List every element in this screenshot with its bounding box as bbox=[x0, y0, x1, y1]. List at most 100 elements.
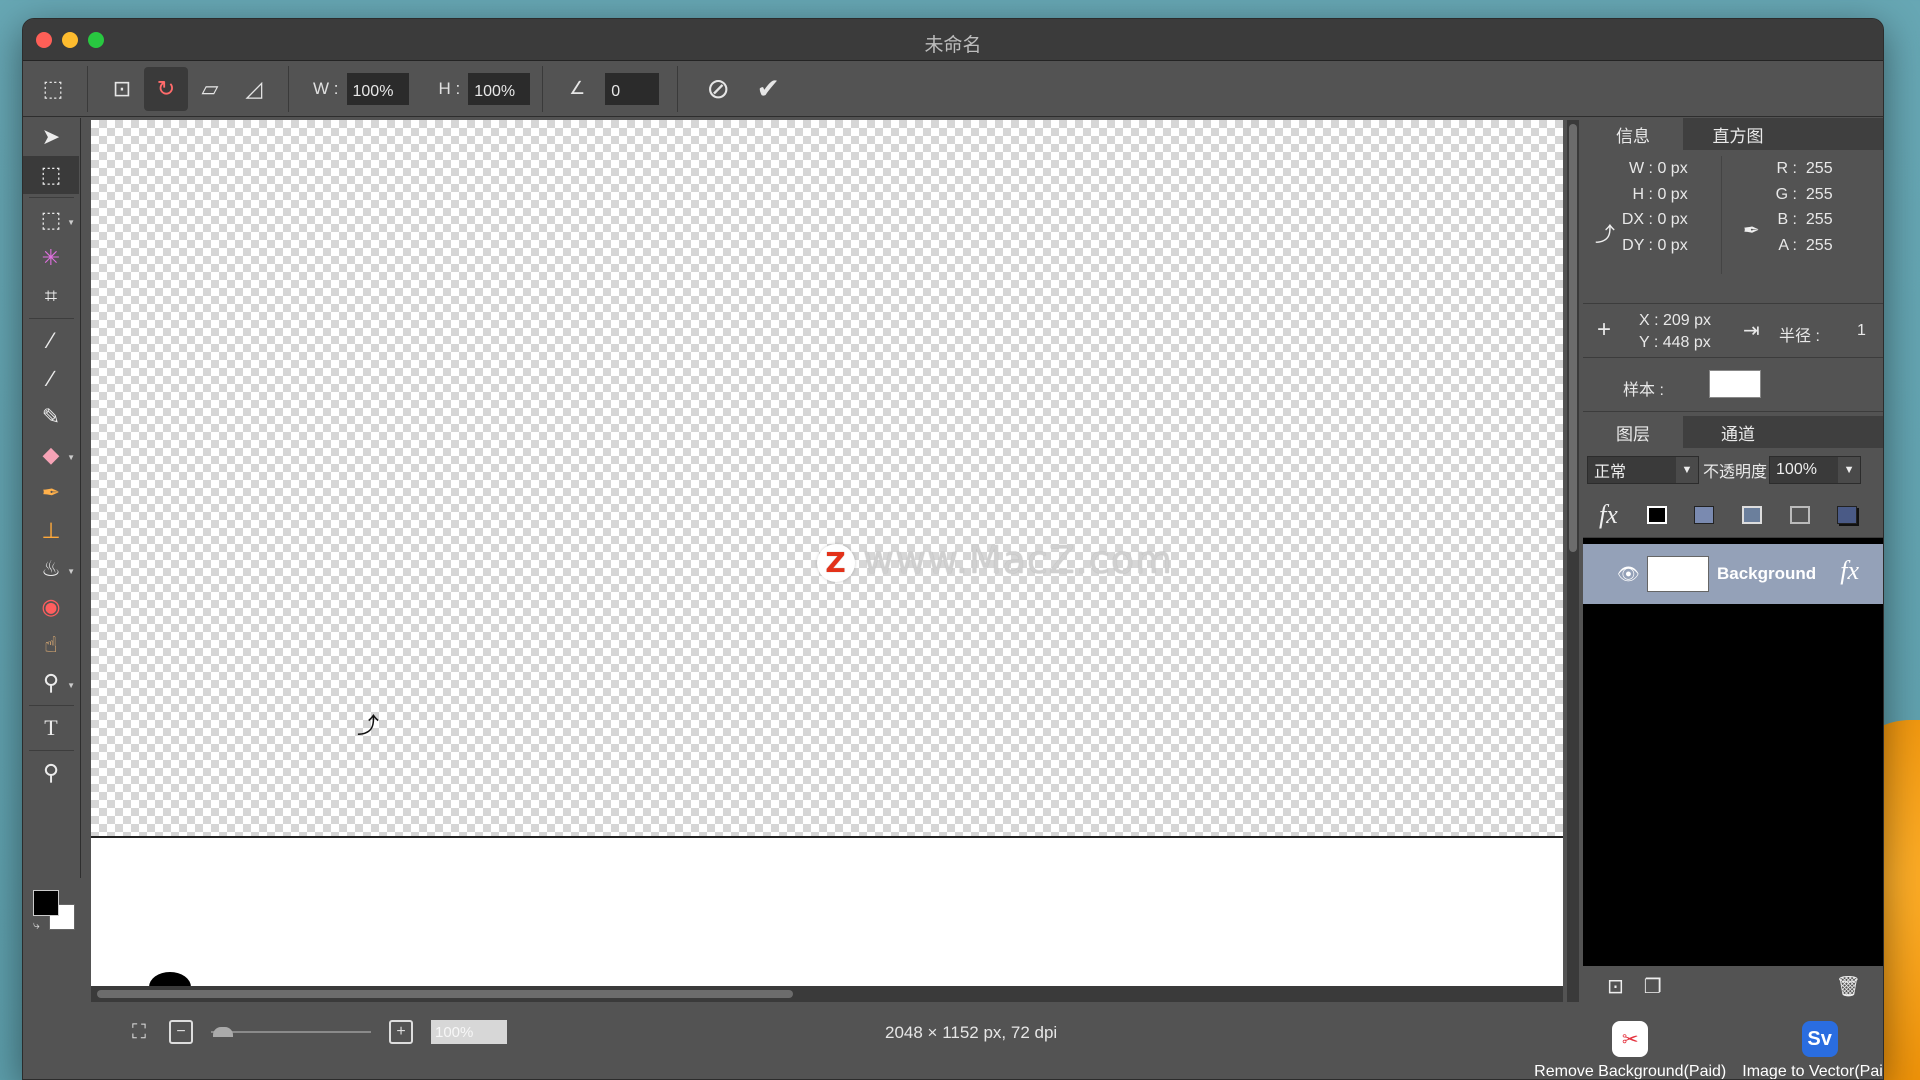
remove-background-button[interactable]: ✂ Remove Background(Paid) bbox=[1534, 1021, 1727, 1080]
vertical-scrollbar[interactable] bbox=[1567, 120, 1579, 1002]
color-readout: R : 255 G : 255 B : 255 A : 255 bbox=[1775, 160, 1833, 254]
radius-value: 1 bbox=[1857, 322, 1866, 339]
commit-transform-icon[interactable]: ✔ bbox=[746, 67, 790, 111]
paint-bucket-icon[interactable]: ♨ ▼ bbox=[23, 550, 79, 588]
crop-tool-icon[interactable]: ⌗ bbox=[23, 277, 79, 315]
layer-style-row: fx bbox=[1583, 492, 1883, 538]
layers-tabs: 图层 通道 bbox=[1583, 416, 1883, 448]
trash-icon[interactable]: 🗑 bbox=[1836, 974, 1861, 999]
zoom-input[interactable] bbox=[431, 1020, 507, 1044]
rotate-mode-icon[interactable]: ↻ bbox=[144, 66, 188, 111]
blend-mode-select[interactable]: 正常 ▼ bbox=[1587, 456, 1699, 484]
style-black-icon[interactable] bbox=[1646, 505, 1695, 524]
canvas-area[interactable]: Zwww.MacZ.com ⤴ bbox=[91, 120, 1579, 1002]
info-tabs: 信息 直方图 bbox=[1583, 118, 1883, 150]
zoom-in-icon[interactable]: + bbox=[389, 1020, 413, 1044]
toolbox: ➤ ⬚ ⬚ ▼ ✳ ⌗ ⁄ ∕ ✎ ◆ ▼ ✒ ⊥ ♨ ▼ ◉ ☝ ⚲ ▼ T ⚲ ⤷ bbox=[23, 118, 81, 932]
brush-alt-tool-icon[interactable]: ∕ bbox=[23, 360, 79, 398]
scale-mode-icon[interactable]: ⊡ bbox=[100, 67, 144, 111]
opacity-label: 不透明度 bbox=[1703, 464, 1768, 481]
transparent-canvas[interactable] bbox=[91, 120, 1563, 836]
cancel-transform-icon[interactable]: ⊘ bbox=[696, 67, 740, 111]
sample-swatch bbox=[1709, 370, 1761, 398]
rotate-cursor-icon: ⤴ bbox=[357, 713, 380, 738]
size-readout: W : 0 px H : 0 px DX : 0 px DY : 0 px bbox=[1621, 160, 1688, 254]
scissors-icon: ✂ bbox=[1612, 1021, 1649, 1057]
tab-layers[interactable]: 图层 bbox=[1583, 416, 1683, 448]
opacity-select[interactable]: 100% ▼ bbox=[1769, 456, 1862, 484]
text-tool-icon[interactable]: T bbox=[23, 709, 79, 747]
plugin-label: Remove Background(Paid) bbox=[1534, 1063, 1727, 1080]
transform-tool-icon[interactable]: ⬚ bbox=[23, 156, 79, 194]
layer-name: Background bbox=[1717, 564, 1817, 583]
eraser-tool-icon[interactable]: ◆ ▼ bbox=[23, 436, 79, 474]
fx-icon[interactable]: fx bbox=[1599, 500, 1647, 530]
pencil-tool-icon[interactable]: ✎ bbox=[23, 398, 79, 436]
style-blue-icon[interactable] bbox=[1694, 505, 1742, 524]
tab-histogram[interactable]: 直方图 bbox=[1683, 118, 1793, 150]
divider bbox=[677, 65, 679, 112]
y-coordinate: Y : 448 px bbox=[1639, 334, 1711, 351]
red-eye-tool-icon[interactable]: ◉ bbox=[23, 588, 79, 626]
divider bbox=[29, 318, 74, 319]
color-swatches[interactable]: ⤷ bbox=[33, 890, 83, 936]
style-outline-icon[interactable] bbox=[1742, 505, 1790, 524]
zoom-slider[interactable] bbox=[211, 1027, 371, 1037]
search-icon[interactable]: ⚲ bbox=[23, 754, 79, 792]
document-dimensions: 2048 × 1152 px, 72 dpi bbox=[885, 1023, 1058, 1042]
width-input[interactable] bbox=[346, 72, 409, 105]
layer-item[interactable]: 👁 Background fx bbox=[1583, 544, 1883, 604]
angle-input[interactable] bbox=[605, 72, 660, 105]
app-window: 未命名 ⬚ ⊡ ↻ ▱ ◿ W : H : ∠ ⊘ ✔ ➤ ⬚ ⬚▼ ✳ ⌗ ⁄… bbox=[22, 18, 1884, 1080]
style-drop-icon[interactable] bbox=[1837, 505, 1883, 524]
scroll-thumb[interactable] bbox=[1569, 124, 1577, 552]
foreground-color[interactable] bbox=[33, 890, 59, 916]
fx-icon[interactable]: fx bbox=[1840, 556, 1859, 586]
move-tool-icon[interactable]: ➤ bbox=[23, 118, 79, 156]
height-input[interactable] bbox=[468, 72, 531, 105]
layer-thumbnail bbox=[1647, 556, 1709, 592]
swap-colors-icon[interactable]: ⤷ bbox=[33, 918, 40, 933]
canvas-white-area[interactable] bbox=[91, 836, 1563, 986]
fit-screen-icon[interactable]: ⛶ bbox=[127, 1020, 151, 1044]
stamp-tool-icon[interactable]: ⊥ bbox=[23, 512, 79, 550]
tab-info[interactable]: 信息 bbox=[1583, 118, 1683, 150]
image-to-vector-button[interactable]: Sv Image to Vector(Paid) bbox=[1742, 1021, 1883, 1079]
sample-row: 样本 : bbox=[1583, 358, 1883, 412]
plugins-bar: ✂ Remove Background(Paid) Sv Image to Ve… bbox=[1467, 1021, 1883, 1080]
crosshair-icon: + bbox=[1597, 316, 1612, 343]
brush-tool-icon[interactable]: ⁄ bbox=[23, 322, 79, 360]
layers-list: 👁 Background fx bbox=[1583, 538, 1883, 966]
style-shadow-icon[interactable] bbox=[1789, 505, 1838, 524]
layer-controls: 正常 ▼ 不透明度 100% ▼ bbox=[1583, 448, 1883, 492]
marquee-tool-icon[interactable]: ⬚ ▼ bbox=[23, 201, 79, 239]
tool-options-bar: ⬚ ⊡ ↻ ▱ ◿ W : H : ∠ ⊘ ✔ bbox=[23, 61, 1883, 117]
zoom-out-icon[interactable]: − bbox=[169, 1020, 193, 1044]
transform-tool-icon[interactable]: ⬚ bbox=[31, 67, 75, 111]
divider bbox=[288, 65, 289, 112]
tab-channels[interactable]: 通道 bbox=[1683, 416, 1793, 448]
skew-mode-icon[interactable]: ▱ bbox=[188, 67, 232, 111]
window-title: 未命名 bbox=[924, 35, 982, 56]
eyedropper-tool-icon[interactable]: ✒ bbox=[23, 474, 79, 512]
eye-icon[interactable]: 👁 bbox=[1617, 564, 1647, 585]
divider bbox=[542, 65, 544, 112]
new-layer-icon[interactable]: ⊡ bbox=[1607, 974, 1624, 999]
divider bbox=[29, 705, 74, 706]
height-label: H : bbox=[438, 78, 461, 98]
zoom-tool-icon[interactable]: ⚲ ▼ bbox=[23, 664, 79, 702]
duplicate-layer-icon[interactable]: ❐ bbox=[1644, 974, 1662, 999]
divider bbox=[29, 197, 74, 198]
info-panel: ⤴ W : 0 px H : 0 px DX : 0 px DY : 0 px … bbox=[1583, 150, 1883, 304]
radius-icon: ⇥ bbox=[1743, 320, 1760, 342]
sample-label: 样本 : bbox=[1623, 382, 1664, 399]
zoom-slider-knob[interactable] bbox=[213, 1027, 233, 1037]
watermark-logo: Z bbox=[817, 543, 855, 582]
hand-tool-icon[interactable]: ☝ bbox=[23, 626, 79, 664]
scroll-thumb[interactable] bbox=[97, 990, 793, 998]
perspective-mode-icon[interactable]: ◿ bbox=[232, 67, 276, 111]
horizontal-scrollbar[interactable] bbox=[91, 986, 1563, 1002]
watermark: Zwww.MacZ.com bbox=[817, 538, 1173, 582]
magic-wand-icon[interactable]: ✳ bbox=[23, 239, 79, 277]
layers-footer: ⊡ ❐ 🗑 bbox=[1583, 966, 1883, 1006]
